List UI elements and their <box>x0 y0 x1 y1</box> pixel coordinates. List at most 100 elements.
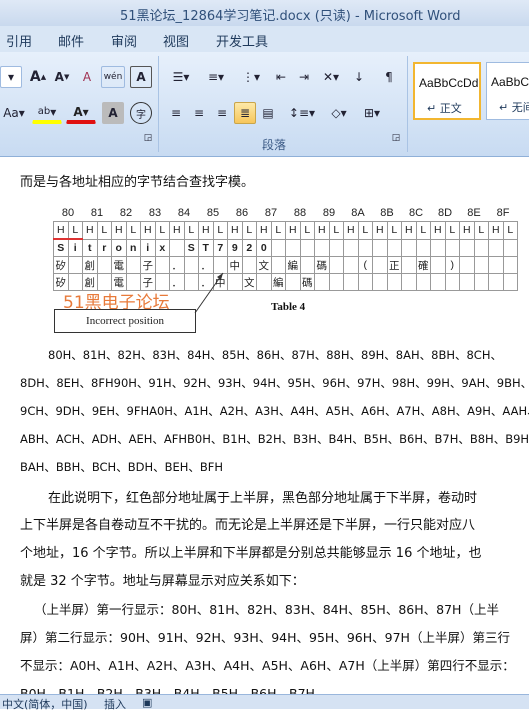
grid-cell <box>444 238 460 257</box>
grid-cell <box>473 273 489 291</box>
char-border-button[interactable]: A <box>130 66 152 88</box>
line-spacing-button[interactable]: ↕≡▾ <box>285 102 319 124</box>
change-case-button[interactable]: Aa ▾ <box>0 102 28 124</box>
incorrect-position-label: Incorrect position <box>54 309 196 333</box>
title-bar: 51黑论坛_12864学习笔记.docx (只读) - Microsoft Wo… <box>0 0 529 26</box>
grid-cell <box>285 238 301 257</box>
grid-cell <box>502 238 518 257</box>
grid-cell: L <box>270 221 286 240</box>
grow-font-button[interactable]: A ▲ <box>27 66 49 88</box>
grid-cell: L <box>502 221 518 240</box>
grid-cell: L <box>328 221 344 240</box>
grid-cell: 7 <box>212 238 228 257</box>
grid-cell: ) <box>444 256 460 274</box>
borders-button[interactable]: ⊞▾ <box>358 102 386 124</box>
grid-cell <box>430 238 446 257</box>
font-color-button[interactable]: A ▾ <box>66 102 96 124</box>
style-normal[interactable]: AaBbCcDd ↵ 正文 <box>413 62 481 120</box>
grid-cell: L <box>125 221 141 240</box>
grid-cell: H <box>488 221 504 240</box>
grid-cell: 0 <box>256 238 272 257</box>
grid-cell <box>430 256 446 274</box>
tab-view[interactable]: 视图 <box>163 31 189 50</box>
tab-mailings[interactable]: 邮件 <box>58 31 84 50</box>
grid-cell <box>154 256 170 274</box>
grid-cell <box>401 256 417 274</box>
document-page[interactable]: 而是与各地址相应的字节结合查找字模。 80 81 82 83 84 85 86 87 88 89 8… <box>0 157 529 694</box>
style-no-spacing-name: ↵ 无间 <box>499 101 529 114</box>
ribbon: ▾ A ▲ A ▼ A wén A Aa ▾ ab ▾ A ▾ A 字 ◲ ☰▾ ≡▾ ⋮… <box>0 52 529 157</box>
char-shading-button[interactable]: A <box>102 102 124 124</box>
font-dialog-launcher-icon[interactable]: ◲ <box>142 132 154 144</box>
shading-button[interactable]: ◇▾ <box>322 102 356 124</box>
grid-cell: H <box>53 221 69 240</box>
grid-cell: 子 <box>140 256 156 274</box>
grid-cell <box>270 256 286 274</box>
align-right-button[interactable]: ≡ <box>211 102 233 124</box>
increase-indent-button[interactable]: ⇥ <box>293 66 315 88</box>
grid-cell: r <box>96 238 112 257</box>
grid-cell <box>386 273 402 291</box>
bullets-button[interactable]: ☰▾ <box>165 66 197 88</box>
phonetic-guide-button[interactable]: wén <box>101 66 125 88</box>
tab-review[interactable]: 审阅 <box>111 31 137 50</box>
grid-cell: i <box>140 238 156 257</box>
status-language[interactable]: 中文(简体，中国) <box>2 696 88 712</box>
highlight-button[interactable]: ab ▾ <box>32 102 62 124</box>
grid-cell <box>502 273 518 291</box>
show-marks-button[interactable]: ¶ <box>378 66 400 88</box>
grid-cell: t <box>82 238 98 257</box>
grid-cell <box>372 256 388 274</box>
distributed-button[interactable]: ▤ <box>257 102 279 124</box>
align-left-button[interactable]: ≡ <box>165 102 187 124</box>
grid-cell: H <box>285 221 301 240</box>
grid-cell <box>415 238 431 257</box>
grid-cell <box>459 238 475 257</box>
tab-developer[interactable]: 开发工具 <box>216 31 268 50</box>
grid-cell: 編 <box>270 273 286 291</box>
grid-cell <box>328 256 344 274</box>
grid-cell <box>488 273 504 291</box>
paragraph-dialog-launcher-icon[interactable]: ◲ <box>390 132 402 144</box>
grid-cell: H <box>401 221 417 240</box>
address-figure: 80 81 82 83 84 85 86 87 88 89 8A 8B 8C 8D 8E 8F H L H L H L H L… <box>53 205 529 333</box>
grid-header-cell: 82 <box>111 205 141 222</box>
align-center-button[interactable]: ≡ <box>188 102 210 124</box>
grid-cell: 矽 <box>53 256 69 274</box>
para2-line-4: 就是 32 个字节。地址与屏幕显示对应关系如下： <box>20 574 305 589</box>
grid-cell <box>299 256 315 274</box>
grid-cell <box>415 273 431 291</box>
font-size-dropdown[interactable]: ▾ <box>0 66 22 88</box>
grid-cell: H <box>82 221 98 240</box>
para2-line-2: 上下半屏是各自卷动互不干扰的。而无论是上半屏还是下半屏，一行只能对应八 <box>20 518 476 533</box>
grid-cell: S <box>183 238 199 257</box>
status-insert-mode[interactable]: 插入 <box>104 696 126 712</box>
grid-cell: L <box>444 221 460 240</box>
grid-header-cell: 85 <box>198 205 228 222</box>
style-no-spacing[interactable]: AaBbC ↵ 无间 <box>486 62 529 120</box>
grid-row-sitronix: SitronixST7920 <box>53 238 518 257</box>
grid-cell <box>488 238 504 257</box>
decrease-indent-button[interactable]: ⇤ <box>270 66 292 88</box>
shrink-font-button[interactable]: A ▼ <box>51 66 73 88</box>
enclose-char-button[interactable]: 字 <box>130 102 152 124</box>
tab-references[interactable]: 引用 <box>6 31 32 50</box>
grid-cell <box>328 238 344 257</box>
justify-button[interactable]: ≣ <box>234 102 256 124</box>
macro-record-icon[interactable]: ▣ <box>142 696 152 709</box>
grid-cell <box>343 256 359 274</box>
paragraph-group-label: 段落 <box>262 138 287 152</box>
numbering-button[interactable]: ≡▾ <box>200 66 232 88</box>
grid-cell: H <box>459 221 475 240</box>
asian-layout-button[interactable]: ✕▾ <box>318 66 344 88</box>
clear-format-button[interactable]: A <box>76 66 98 88</box>
ribbon-tabs: 引用 邮件 审阅 视图 开发工具 <box>0 26 529 53</box>
grid-cell: L <box>183 221 199 240</box>
sort-button[interactable]: ↓ <box>348 66 370 88</box>
multilevel-list-button[interactable]: ⋮▾ <box>235 66 267 88</box>
grid-cell: L <box>415 221 431 240</box>
grid-header-cell: 8A <box>343 205 373 222</box>
grid-cell <box>473 256 489 274</box>
grid-cell <box>343 273 359 291</box>
grid-cell: L <box>212 221 228 240</box>
